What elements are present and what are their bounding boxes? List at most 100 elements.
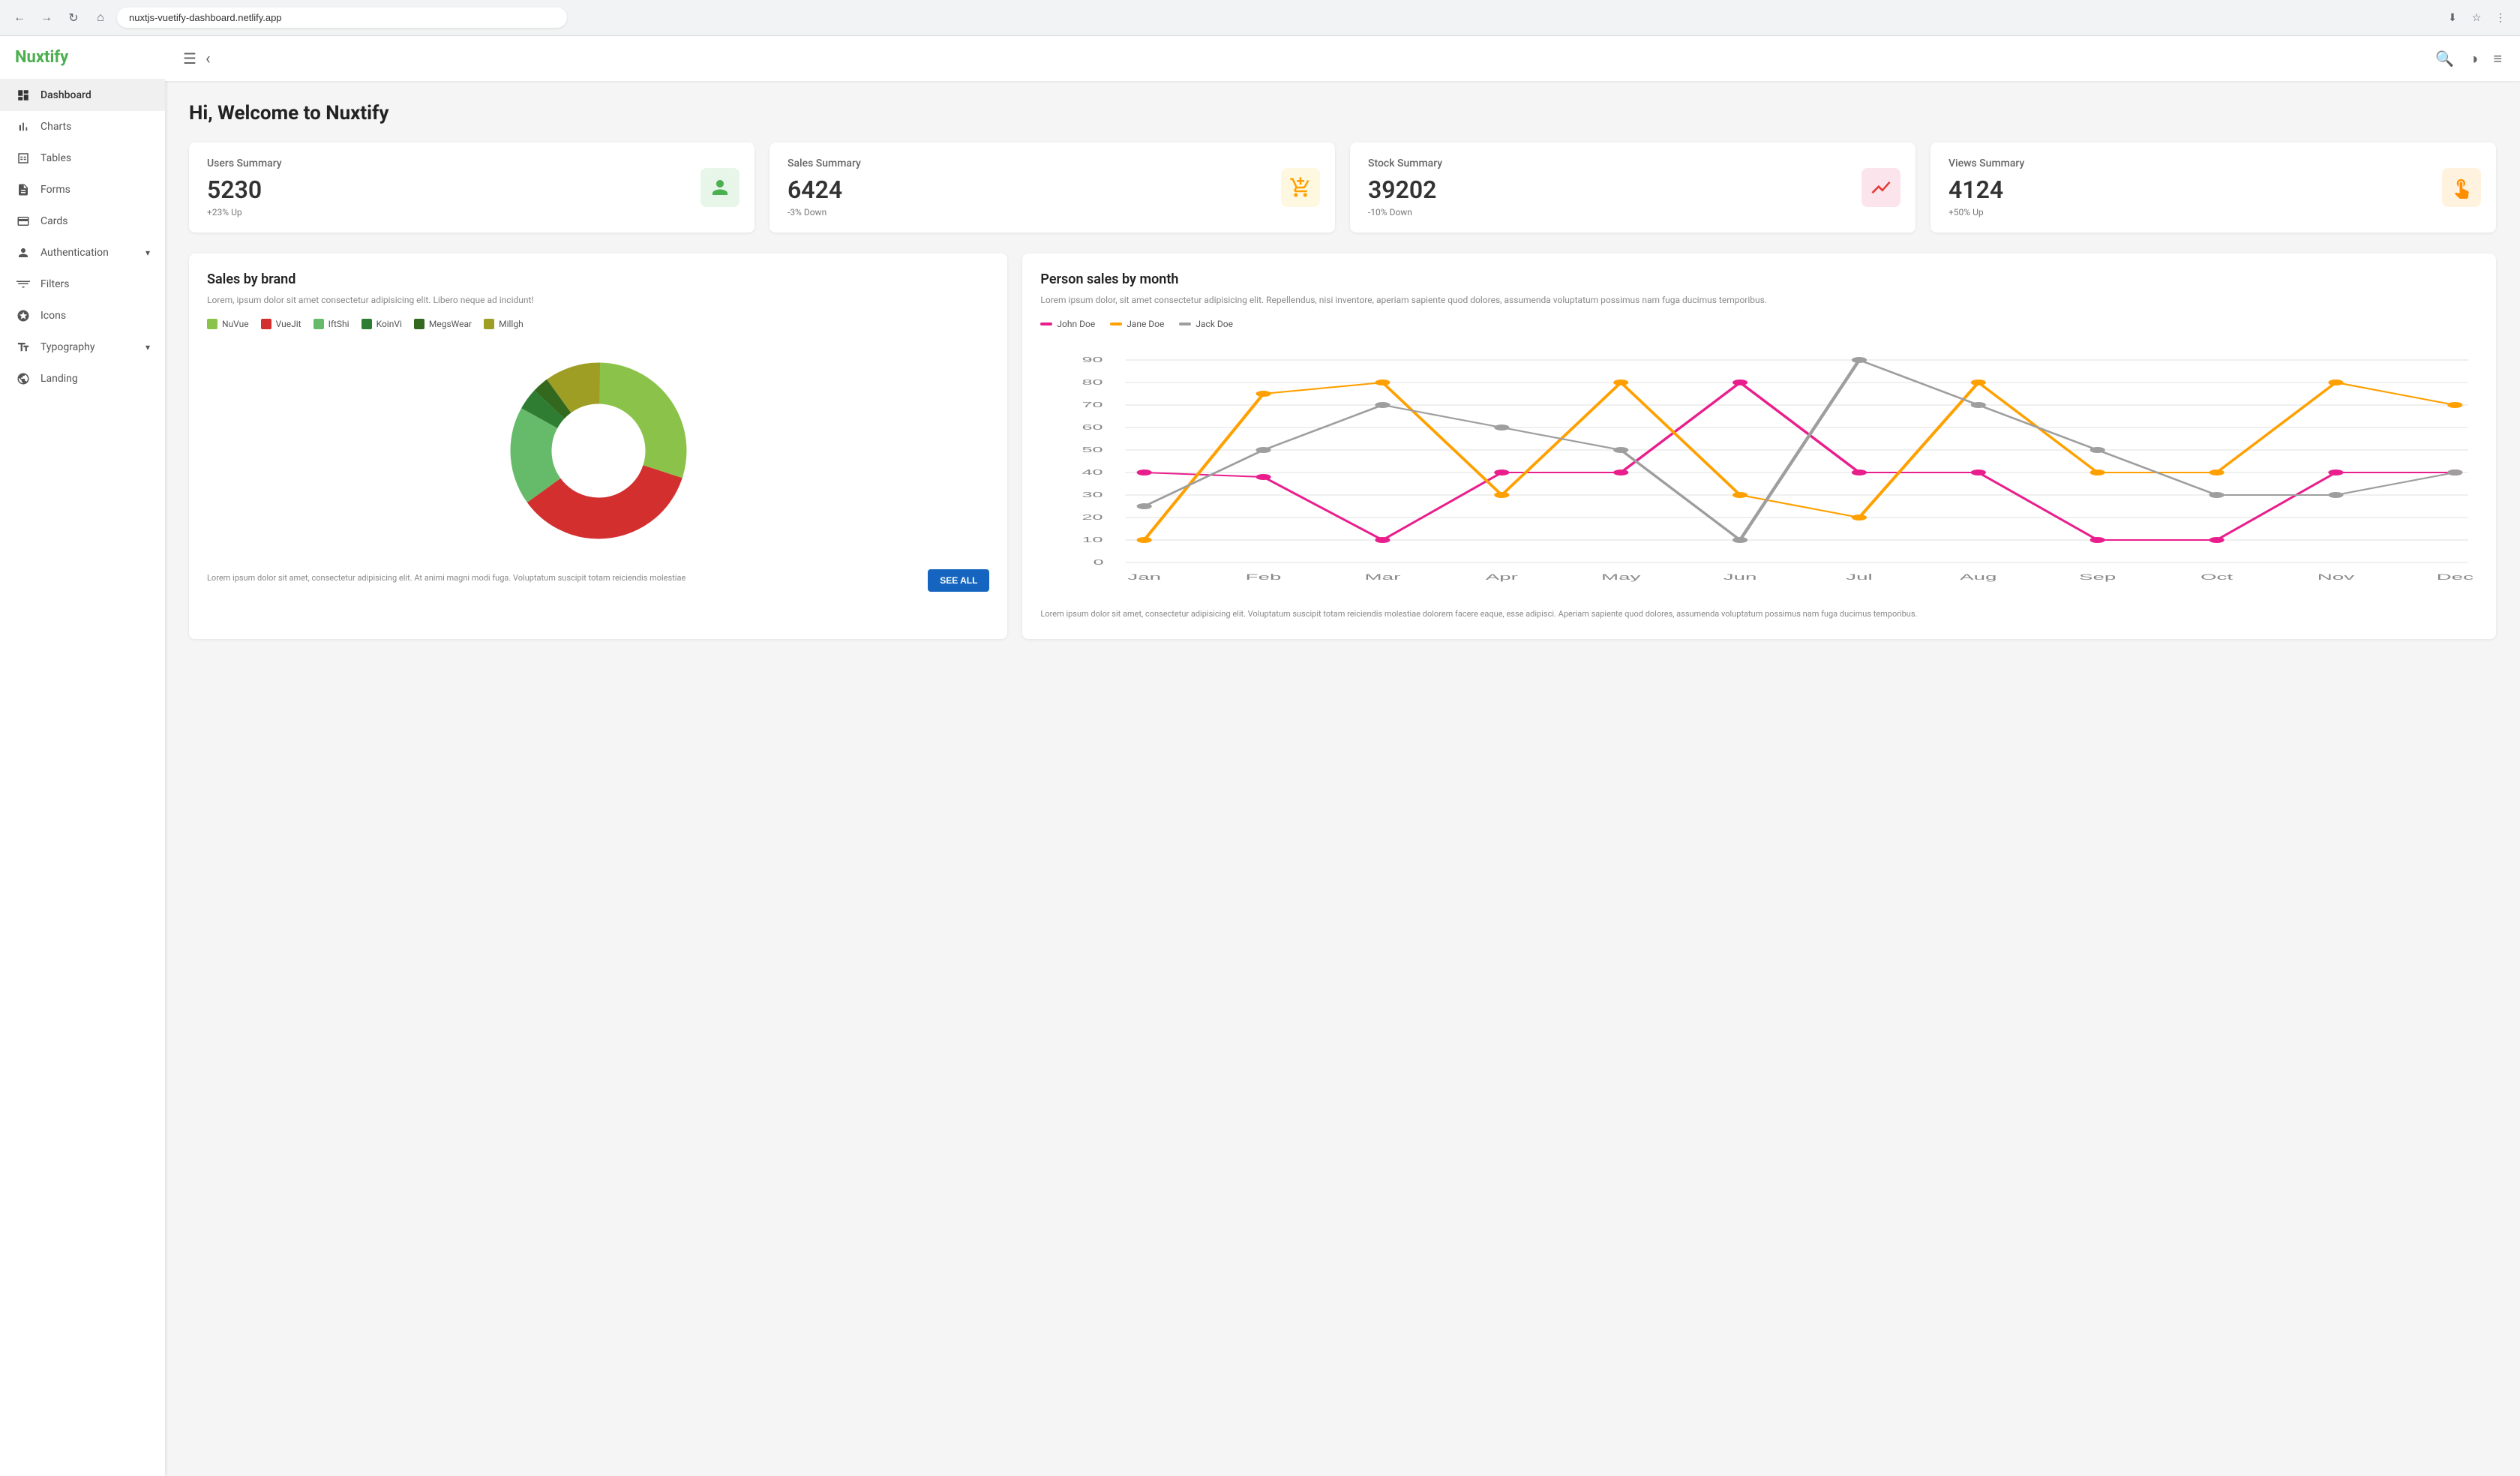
line-chart-desc: Lorem ipsum dolor, sit amet consectetur … [1040, 293, 2478, 307]
donut-legend: NuVue VueJit IftShi KoinVi [207, 319, 989, 329]
legend-john: John Doe [1040, 319, 1095, 329]
stock-card-value: 39202 [1368, 176, 1898, 204]
dashboard-label: Dashboard [40, 89, 92, 101]
users-card-title: Users Summary [207, 158, 736, 170]
donut-chart-visual [207, 338, 989, 563]
search-icon[interactable]: 🔍 [2435, 50, 2454, 68]
svg-text:Jul: Jul [1846, 573, 1873, 582]
sidebar-item-tables[interactable]: Tables [0, 142, 165, 174]
users-card-change: +23% Up [207, 207, 736, 218]
legend-koinvi-label: KoinVi [376, 319, 402, 329]
authentication-icon [15, 246, 32, 260]
line-chart-visual: .grid-line { stroke: #e0e0e0; stroke-wid… [1040, 341, 2478, 599]
donut-chart-card: Sales by brand Lorem, ipsum dolor sit am… [189, 254, 1007, 639]
theme-toggle-icon[interactable]: ◑ [2469, 50, 2478, 68]
nav-refresh-button[interactable]: ↻ [63, 8, 84, 28]
sidebar-item-icons[interactable]: Icons [0, 300, 165, 332]
nav-back-button[interactable]: ← [9, 8, 30, 28]
browser-menu-icon[interactable]: ⋮ [2490, 8, 2511, 28]
landing-label: Landing [40, 373, 78, 385]
sales-card-value: 6424 [788, 176, 1317, 204]
nav-home-button[interactable]: ⌂ [90, 8, 111, 28]
browser-star-icon[interactable]: ☆ [2466, 8, 2487, 28]
stock-card-icon [1862, 168, 1900, 207]
legend-john-label: John Doe [1057, 319, 1095, 329]
charts-label: Charts [40, 121, 71, 133]
svg-text:90: 90 [1082, 356, 1103, 364]
sidebar-item-typography[interactable]: Typography ▾ [0, 332, 165, 363]
sales-card-change: -3% Down [788, 207, 1317, 218]
page-content: Hi, Welcome to Nuxtify Users Summary 523… [165, 81, 2520, 1476]
svg-text:Jan: Jan [1128, 573, 1162, 582]
see-all-button[interactable]: SEE ALL [928, 569, 989, 592]
svg-text:Oct: Oct [2200, 573, 2233, 582]
legend-jack-label: Jack Doe [1196, 319, 1233, 329]
more-options-icon[interactable]: ≡ [2493, 50, 2502, 68]
sidebar-item-charts[interactable]: Charts [0, 111, 165, 142]
browser-extension-icon[interactable]: ⬇ [2442, 8, 2463, 28]
views-card-icon [2442, 168, 2481, 207]
tables-label: Tables [40, 152, 71, 164]
legend-millgh: Millgh [484, 319, 524, 329]
svg-text:30: 30 [1082, 491, 1103, 500]
sales-card-title: Sales Summary [788, 158, 1317, 170]
sidebar-item-cards[interactable]: Cards [0, 206, 165, 237]
sidebar: Nuxtify Dashboard Charts Tables [0, 36, 165, 1476]
typography-chevron: ▾ [146, 342, 150, 352]
charts-row: Sales by brand Lorem, ipsum dolor sit am… [189, 254, 2496, 639]
sidebar-item-authentication[interactable]: Authentication ▾ [0, 237, 165, 268]
topbar-back-icon[interactable]: ‹ [206, 50, 211, 68]
line-chart-title: Person sales by month [1040, 272, 2478, 287]
svg-text:60: 60 [1082, 424, 1103, 432]
forms-label: Forms [40, 184, 70, 196]
app-container: Nuxtify Dashboard Charts Tables [0, 36, 2520, 1476]
svg-text:Sep: Sep [2079, 573, 2116, 582]
svg-text:May: May [1601, 573, 1641, 582]
donut-chart-title: Sales by brand [207, 272, 989, 287]
svg-text:Jun: Jun [1724, 573, 1757, 582]
line-chart-footer-text: Lorem ipsum dolor sit amet, consectetur … [1040, 608, 2478, 621]
sidebar-item-dashboard[interactable]: Dashboard [0, 80, 165, 111]
browser-toolbar: ⬇ ☆ ⋮ [2442, 8, 2511, 28]
svg-text:Dec: Dec [2437, 573, 2474, 582]
app-logo: Nuxtify [0, 36, 165, 80]
authentication-label: Authentication [40, 247, 109, 259]
sidebar-item-landing[interactable]: Landing [0, 363, 165, 394]
legend-jane: Jane Doe [1110, 319, 1164, 329]
legend-koinvi: KoinVi [362, 319, 402, 329]
menu-toggle-icon[interactable]: ☰ [183, 50, 196, 68]
topbar: ☰ ‹ 🔍 ◑ ≡ [165, 36, 2520, 81]
landing-icon [15, 372, 32, 386]
typography-label: Typography [40, 341, 94, 353]
filters-label: Filters [40, 278, 70, 290]
views-summary-card: Views Summary 4124 +50% Up [1930, 142, 2496, 232]
donut-chart-footer-text: Lorem ipsum dolor sit amet, consectetur … [207, 572, 989, 585]
views-card-title: Views Summary [1948, 158, 2478, 170]
stock-card-title: Stock Summary [1368, 158, 1898, 170]
legend-megswear: MegsWear [414, 319, 472, 329]
legend-vuejit: VueJit [261, 319, 302, 329]
legend-jane-label: Jane Doe [1126, 319, 1164, 329]
users-card-value: 5230 [207, 176, 736, 204]
tables-icon [15, 152, 32, 165]
legend-millgh-label: Millgh [499, 319, 524, 329]
svg-text:10: 10 [1082, 536, 1103, 544]
typography-icon [15, 340, 32, 354]
sidebar-item-filters[interactable]: Filters [0, 268, 165, 300]
icons-icon [15, 309, 32, 322]
filters-icon [15, 278, 32, 291]
legend-megswear-label: MegsWear [429, 319, 472, 329]
summary-cards-grid: Users Summary 5230 +23% Up Sales Summary… [189, 142, 2496, 232]
address-bar[interactable] [117, 8, 567, 28]
forms-icon [15, 183, 32, 196]
svg-text:50: 50 [1082, 446, 1103, 454]
sales-summary-card: Sales Summary 6424 -3% Down [770, 142, 1335, 232]
legend-jack: Jack Doe [1179, 319, 1233, 329]
svg-text:80: 80 [1082, 379, 1103, 387]
views-card-value: 4124 [1948, 176, 2478, 204]
sidebar-item-forms[interactable]: Forms [0, 174, 165, 206]
nav-forward-button[interactable]: → [36, 8, 57, 28]
legend-vuejit-label: VueJit [276, 319, 302, 329]
cards-icon [15, 214, 32, 228]
page-title: Hi, Welcome to Nuxtify [189, 102, 2496, 124]
